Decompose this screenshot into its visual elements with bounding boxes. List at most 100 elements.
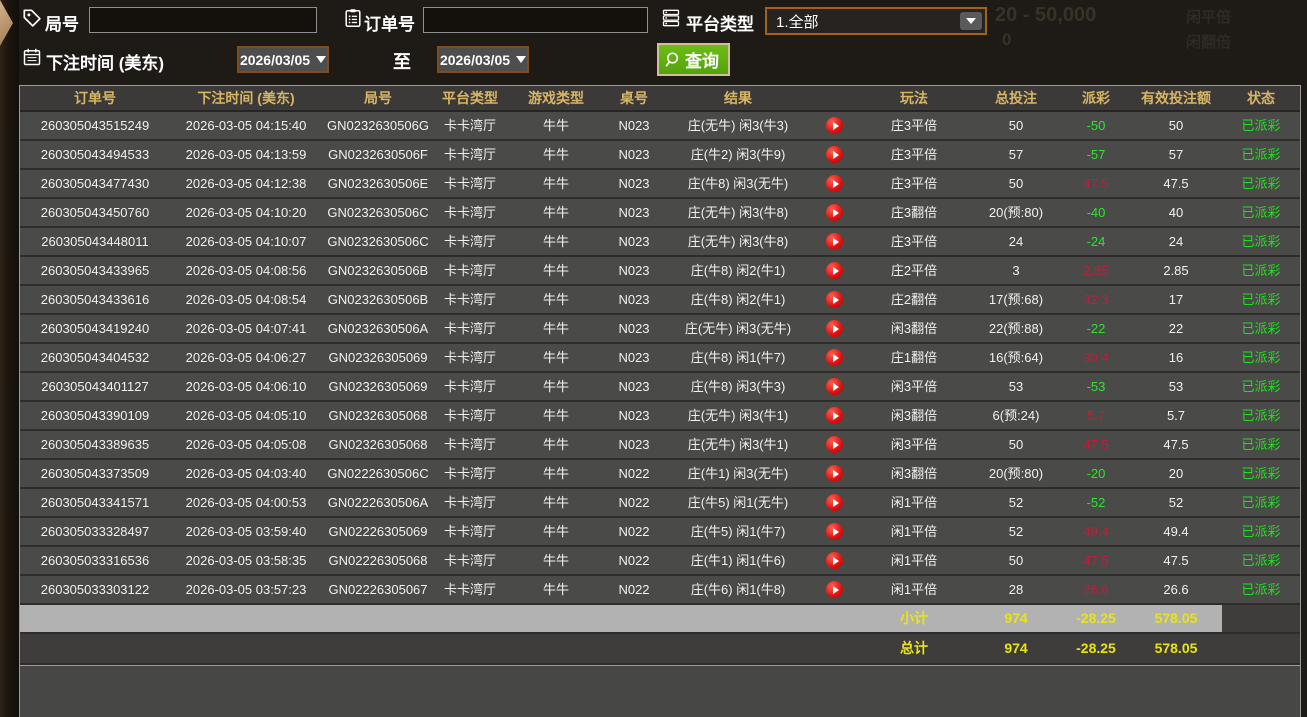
order-id-cell: 260305043389635	[20, 431, 170, 458]
platform-cell: 卡卡湾厅	[434, 141, 506, 168]
table-no-cell: N023	[606, 402, 662, 429]
order-id-cell: 260305033328497	[20, 518, 170, 545]
platform-type-select[interactable]: 1.全部	[765, 7, 987, 35]
table-no-cell: N023	[606, 257, 662, 284]
table-no-cell: N022	[606, 547, 662, 574]
grand-total-valid-bet: 578.05	[1130, 634, 1222, 663]
replay-play-icon[interactable]	[826, 552, 843, 569]
order-id-cell: 260305043390109	[20, 402, 170, 429]
order-id-cell: 260305043494533	[20, 141, 170, 168]
order-id-cell: 260305043433616	[20, 286, 170, 313]
table-no-cell: N023	[606, 228, 662, 255]
round-id-cell: GN02326305068	[322, 431, 434, 458]
grand-total-spacer	[506, 634, 606, 663]
col-header-order: 订单号	[20, 86, 170, 110]
payout-cell: -22	[1062, 315, 1130, 342]
round-id-cell: GN02226305068	[322, 547, 434, 574]
payout-cell: 47.5	[1062, 170, 1130, 197]
game-type-cell: 牛牛	[506, 431, 606, 458]
subtotal-spacer	[170, 605, 322, 632]
status-cell: 已派彩	[1222, 576, 1300, 603]
table-row: 260305033316536 2026-03-05 03:58:35 GN02…	[20, 547, 1300, 576]
subtotal-payout: -28.25	[1062, 605, 1130, 632]
chevron-down-icon[interactable]	[960, 12, 982, 30]
subtotal-total-bet: 974	[970, 605, 1062, 632]
replay-play-icon[interactable]	[826, 175, 843, 192]
valid-bet-cell: 5.7	[1130, 402, 1222, 429]
play-type-cell: 闲1平倍	[858, 518, 970, 545]
status-cell: 已派彩	[1222, 141, 1300, 168]
play-type-cell: 庄3平倍	[858, 112, 970, 139]
replay-play-icon[interactable]	[826, 146, 843, 163]
order-id-cell: 260305043448011	[20, 228, 170, 255]
col-header-payout: 派彩	[1062, 86, 1130, 110]
replay-play-icon[interactable]	[826, 581, 843, 598]
order-id-cell: 260305043450760	[20, 199, 170, 226]
total-bet-cell: 50	[970, 112, 1062, 139]
replay-play-icon[interactable]	[826, 436, 843, 453]
platform-cell: 卡卡湾厅	[434, 402, 506, 429]
replay-play-icon[interactable]	[826, 378, 843, 395]
status-cell: 已派彩	[1222, 460, 1300, 487]
search-icon	[664, 51, 682, 69]
background-label-flat: 闲平倍	[1186, 6, 1231, 27]
total-bet-cell: 52	[970, 489, 1062, 516]
round-id-cell: GN0232630506A	[322, 315, 434, 342]
replay-play-icon[interactable]	[826, 117, 843, 134]
search-button[interactable]: 查询	[657, 43, 730, 76]
replay-play-icon[interactable]	[826, 407, 843, 424]
bet-time-cell: 2026-03-05 04:05:08	[170, 431, 322, 458]
date-from-picker[interactable]: 2026/03/05	[237, 46, 329, 73]
tag-icon	[22, 8, 42, 28]
order-id-cell: 260305043477430	[20, 170, 170, 197]
platform-cell: 卡卡湾厅	[434, 460, 506, 487]
replay-play-icon[interactable]	[826, 262, 843, 279]
replay-play-icon[interactable]	[826, 465, 843, 482]
betting-records-screen: { "filter": { "round_label": "局号", "roun…	[0, 0, 1307, 717]
round-id-cell: GN0222630506A	[322, 489, 434, 516]
total-bet-cell: 52	[970, 518, 1062, 545]
game-type-cell: 牛牛	[506, 460, 606, 487]
game-type-cell: 牛牛	[506, 199, 606, 226]
subtotal-label: 小计	[858, 605, 970, 632]
game-type-cell: 牛牛	[506, 286, 606, 313]
chevron-down-icon	[516, 56, 526, 63]
subtotal-spacer	[20, 605, 170, 632]
bet-time-cell: 2026-03-05 04:06:10	[170, 373, 322, 400]
replay-play-icon[interactable]	[826, 204, 843, 221]
platform-cell: 卡卡湾厅	[434, 315, 506, 342]
valid-bet-cell: 47.5	[1130, 547, 1222, 574]
replay-play-icon[interactable]	[826, 523, 843, 540]
payout-cell: -53	[1062, 373, 1130, 400]
order-number-input[interactable]	[423, 7, 648, 33]
replay-play-icon[interactable]	[826, 349, 843, 366]
col-header-valid-bet: 有效投注额	[1130, 86, 1222, 110]
grand-total-row: 总计 974 -28.25 578.05	[20, 634, 1300, 665]
game-type-cell: 牛牛	[506, 547, 606, 574]
replay-play-icon[interactable]	[826, 233, 843, 250]
status-cell: 已派彩	[1222, 489, 1300, 516]
total-bet-cell: 50	[970, 170, 1062, 197]
replay-play-icon[interactable]	[826, 291, 843, 308]
round-number-input[interactable]	[89, 7, 317, 33]
status-cell: 已派彩	[1222, 315, 1300, 342]
total-bet-cell: 16(预:64)	[970, 344, 1062, 371]
col-header-game: 游戏类型	[506, 86, 606, 110]
replay-play-icon[interactable]	[826, 494, 843, 511]
bet-time-cell: 2026-03-05 04:05:10	[170, 402, 322, 429]
date-to-picker[interactable]: 2026/03/05	[437, 46, 529, 73]
replay-play-icon[interactable]	[826, 320, 843, 337]
subtotal-spacer	[506, 605, 606, 632]
game-type-cell: 牛牛	[506, 315, 606, 342]
payout-cell: 32.3	[1062, 286, 1130, 313]
table-row: 260305043494533 2026-03-05 04:13:59 GN02…	[20, 141, 1300, 170]
valid-bet-cell: 2.85	[1130, 257, 1222, 284]
result-cell: 庄(牛1) 闲3(无牛)	[662, 460, 858, 487]
valid-bet-cell: 16	[1130, 344, 1222, 371]
round-id-cell: GN0232630506C	[322, 199, 434, 226]
status-cell: 已派彩	[1222, 228, 1300, 255]
status-cell: 已派彩	[1222, 286, 1300, 313]
payout-cell: 47.5	[1062, 431, 1130, 458]
subtotal-valid-bet: 578.05	[1130, 605, 1222, 632]
table-row: 260305043450760 2026-03-05 04:10:20 GN02…	[20, 199, 1300, 228]
